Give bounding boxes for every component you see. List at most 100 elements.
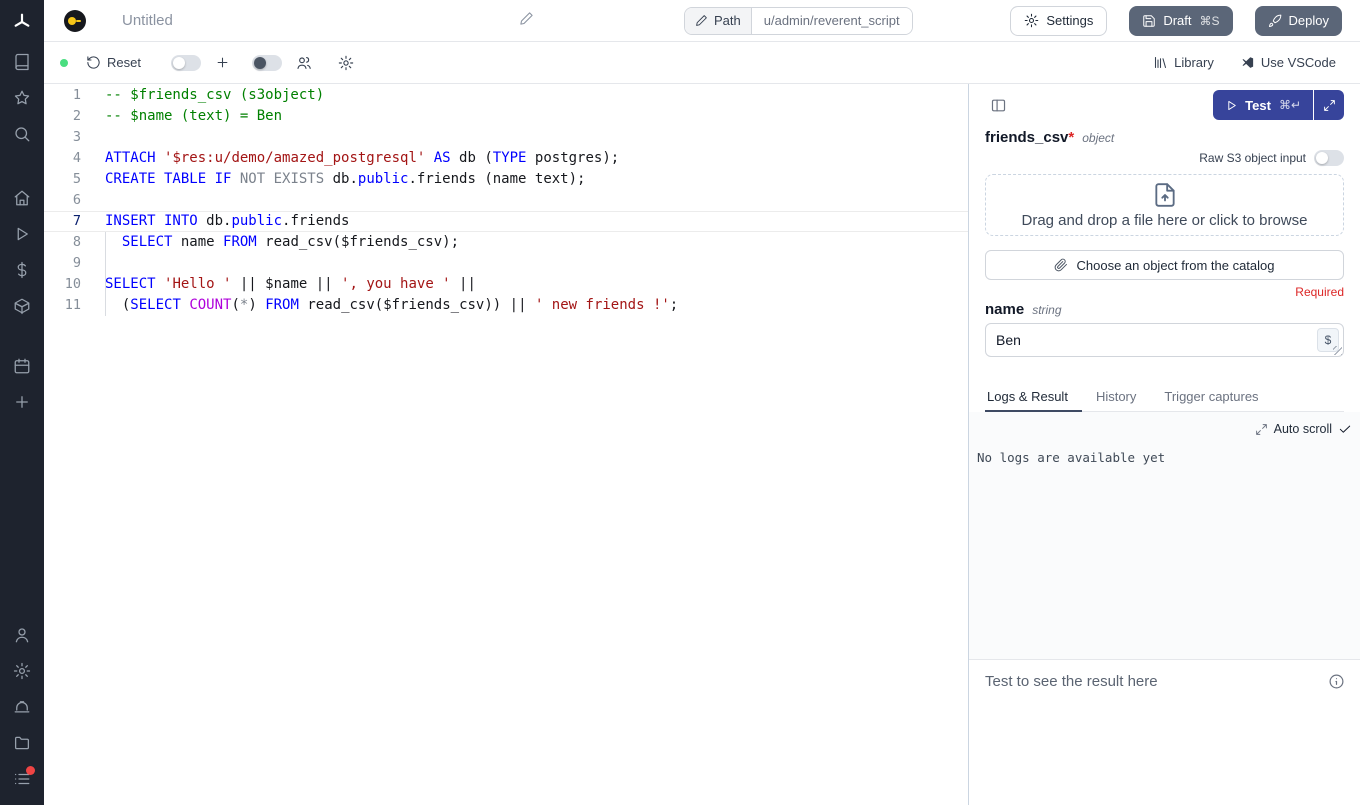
result-placeholder: Test to see the result here [985,673,1158,690]
add-assistant-icon[interactable] [215,55,230,70]
gear-icon [1024,13,1039,28]
raw-s3-toggle[interactable] [1314,150,1344,166]
code-line[interactable]: 1-- $friends_csv (s3object) [44,85,968,106]
sidebar-item-account[interactable] [0,617,44,653]
code-text: -- $friends_csv (s3object) [105,85,324,106]
name-input[interactable] [996,332,1317,348]
pencil-icon [695,14,708,27]
object-field-header: friends_csv* object [985,129,1344,146]
path-chip[interactable]: Path u/admin/reverent_script [684,7,913,35]
plus-icon [215,55,230,70]
toolbar-right: Library Use VSCode [1153,55,1336,70]
line-number: 5 [44,169,81,190]
edit-title-icon[interactable] [519,11,534,31]
hard-hat-icon [13,698,31,716]
draft-button[interactable]: Draft ⌘S [1129,6,1232,36]
use-vscode-button[interactable]: Use VSCode [1240,55,1336,70]
right-panel: Test ⌘↵ friends_csv* object [968,84,1360,805]
editor-settings-icon[interactable] [338,55,354,71]
assistant-toggle[interactable] [171,55,201,71]
code-line[interactable]: 11 (SELECT COUNT(*) FROM read_csv($frien… [44,295,968,316]
settings-button[interactable]: Settings [1010,6,1107,36]
name-input-wrap: $ [985,323,1344,357]
code-line[interactable]: 10SELECT 'Hello ' || $name || ', you hav… [44,274,968,295]
file-upload-icon [1152,182,1178,208]
tab-history[interactable]: History [1082,381,1150,411]
file-dropzone[interactable]: Drag and drop a file here or click to br… [985,174,1344,236]
book-icon [13,53,31,71]
resize-handle[interactable] [1333,346,1342,355]
code-line[interactable]: 2 -- $name (text) = Ben [44,106,968,127]
windmill-logo-icon[interactable] [12,0,32,44]
editor-toolbar: Reset [44,42,1360,84]
tab-trigger-captures[interactable]: Trigger captures [1150,381,1272,411]
paperclip-icon [1054,258,1068,272]
tab-logs-result[interactable]: Logs & Result [985,381,1082,411]
calendar-icon [13,357,31,375]
code-line[interactable]: 8 SELECT name FROM read_csv($friends_csv… [44,232,968,253]
panel-tabs: Logs & ResultHistoryTrigger captures [985,381,1344,412]
toggle-panel-icon[interactable] [985,92,1011,118]
test-button-group: Test ⌘↵ [1213,90,1344,120]
autoscroll-row[interactable]: Auto scroll [969,412,1360,436]
autoscroll-label: Auto scroll [1274,422,1332,436]
line-number: 2 [44,106,81,127]
name-field-header: name string [985,301,1344,318]
user-icon [13,626,31,644]
sidebar-item-resources[interactable] [0,288,44,324]
deploy-button[interactable]: Deploy [1255,6,1342,36]
code-line[interactable]: 5CREATE TABLE IF NOT EXISTS db.public.fr… [44,169,968,190]
diff-mode-toggle[interactable] [252,55,282,71]
users-icon [296,55,312,71]
sidebar-item-folders[interactable] [0,725,44,761]
choose-catalog-button[interactable]: Choose an object from the catalog [985,250,1344,280]
duckdb-language-icon [64,10,86,32]
info-icon[interactable] [1328,673,1345,690]
sidebar-item-home[interactable] [0,180,44,216]
code-line[interactable]: 4ATTACH '$res:u/demo/amazed_postgresql' … [44,148,968,169]
test-shortcut: ⌘↵ [1279,98,1301,112]
code-line[interactable]: 7INSERT INTO db.public.friends [44,211,968,232]
sidebar-item-more[interactable] [0,384,44,420]
sidebar-item-settings[interactable] [0,653,44,689]
path-value: u/admin/reverent_script [752,8,912,34]
refresh-icon [86,55,101,70]
sidebar-item-audit-logs[interactable] [0,761,44,797]
required-star: * [1068,129,1074,146]
code-line[interactable]: 3 [44,127,968,148]
plus-icon [13,393,31,411]
sidebar [0,0,44,805]
code-text: (SELECT COUNT(*) FROM read_csv($friends_… [105,295,678,316]
expand-logs-icon[interactable] [1255,423,1268,436]
code-text: -- $name (text) = Ben [105,106,282,127]
test-fullscreen-button[interactable] [1314,90,1344,120]
dropzone-text: Drag and drop a file here or click to br… [1022,212,1308,229]
sidebar-item-variables[interactable] [0,252,44,288]
result-area: Test to see the result here [969,660,1360,805]
multiplayer-icon[interactable] [296,55,312,71]
sidebar-item-runs[interactable] [0,216,44,252]
sidebar-item-docs[interactable] [0,44,44,80]
script-title[interactable]: Untitled [122,12,173,29]
raw-s3-row: Raw S3 object input [985,150,1344,166]
line-number: 10 [44,274,81,295]
library-button[interactable]: Library [1153,55,1214,70]
header-actions: Settings Draft ⌘S Deploy [1010,6,1342,36]
test-button[interactable]: Test ⌘↵ [1213,90,1313,120]
code-editor[interactable]: 1-- $friends_csv (s3object)2 -- $name (te… [44,84,968,805]
sidebar-item-search[interactable] [0,116,44,152]
required-label: Required [985,285,1344,299]
sidebar-bottom-group [0,617,44,805]
field-type-label: object [1082,131,1114,145]
code-lines: 1-- $friends_csv (s3object)2 -- $name (te… [44,85,968,316]
gear-icon [338,55,354,71]
play-icon [13,225,31,243]
sidebar-item-favorites[interactable] [0,80,44,116]
code-line[interactable]: 6 [44,190,968,211]
sidebar-item-schedules[interactable] [0,348,44,384]
sidebar-item-workers[interactable] [0,689,44,725]
code-text: ATTACH '$res:u/demo/amazed_postgresql' A… [105,148,619,169]
reset-button[interactable]: Reset [86,55,141,70]
code-line[interactable]: 9 [44,253,968,274]
field-name-label: friends_csv* [985,129,1074,146]
